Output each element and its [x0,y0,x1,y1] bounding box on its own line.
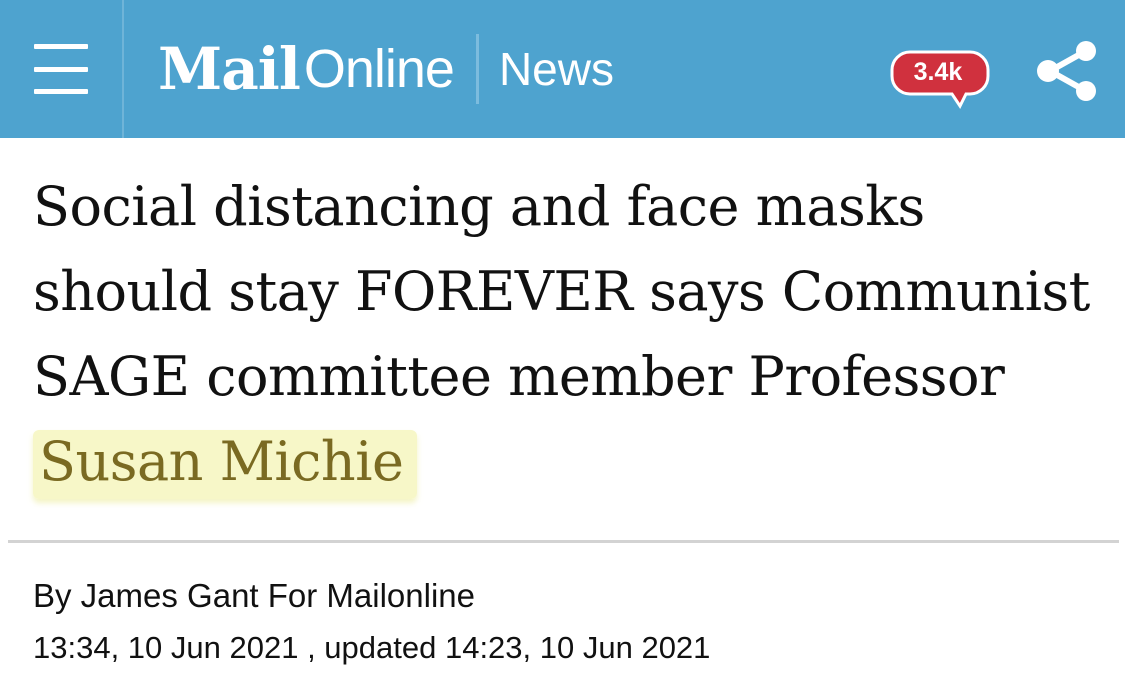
headline-highlighted-name: Susan Michie [33,430,418,499]
logo-separator [475,34,479,104]
comments-button[interactable]: 3.4k [890,50,1000,110]
logo-mail-text: Mail [158,35,301,103]
article-page: Mail Online News 3.4k Social distancing … [0,0,1125,697]
menu-button[interactable] [0,0,122,138]
logo-online-text: Online [303,39,455,99]
headline-divider [8,540,1119,543]
article-timestamp: 13:34, 10 Jun 2021 , updated 14:23, 10 J… [33,630,711,665]
share-button[interactable] [1034,40,1100,102]
headline-text: Social distancing and face masks should … [33,175,1090,408]
header-divider [122,0,124,138]
site-logo[interactable]: Mail Online News [158,34,614,104]
share-icon [1037,41,1096,101]
comments-count: 3.4k [913,57,963,86]
article-byline: By James Gant For Mailonline [33,577,476,614]
top-navigation-bar: Mail Online News 3.4k [0,0,1125,138]
hamburger-menu-icon [34,44,88,94]
section-label[interactable]: News [499,46,614,92]
article-headline: Social distancing and face masks should … [33,164,1093,504]
